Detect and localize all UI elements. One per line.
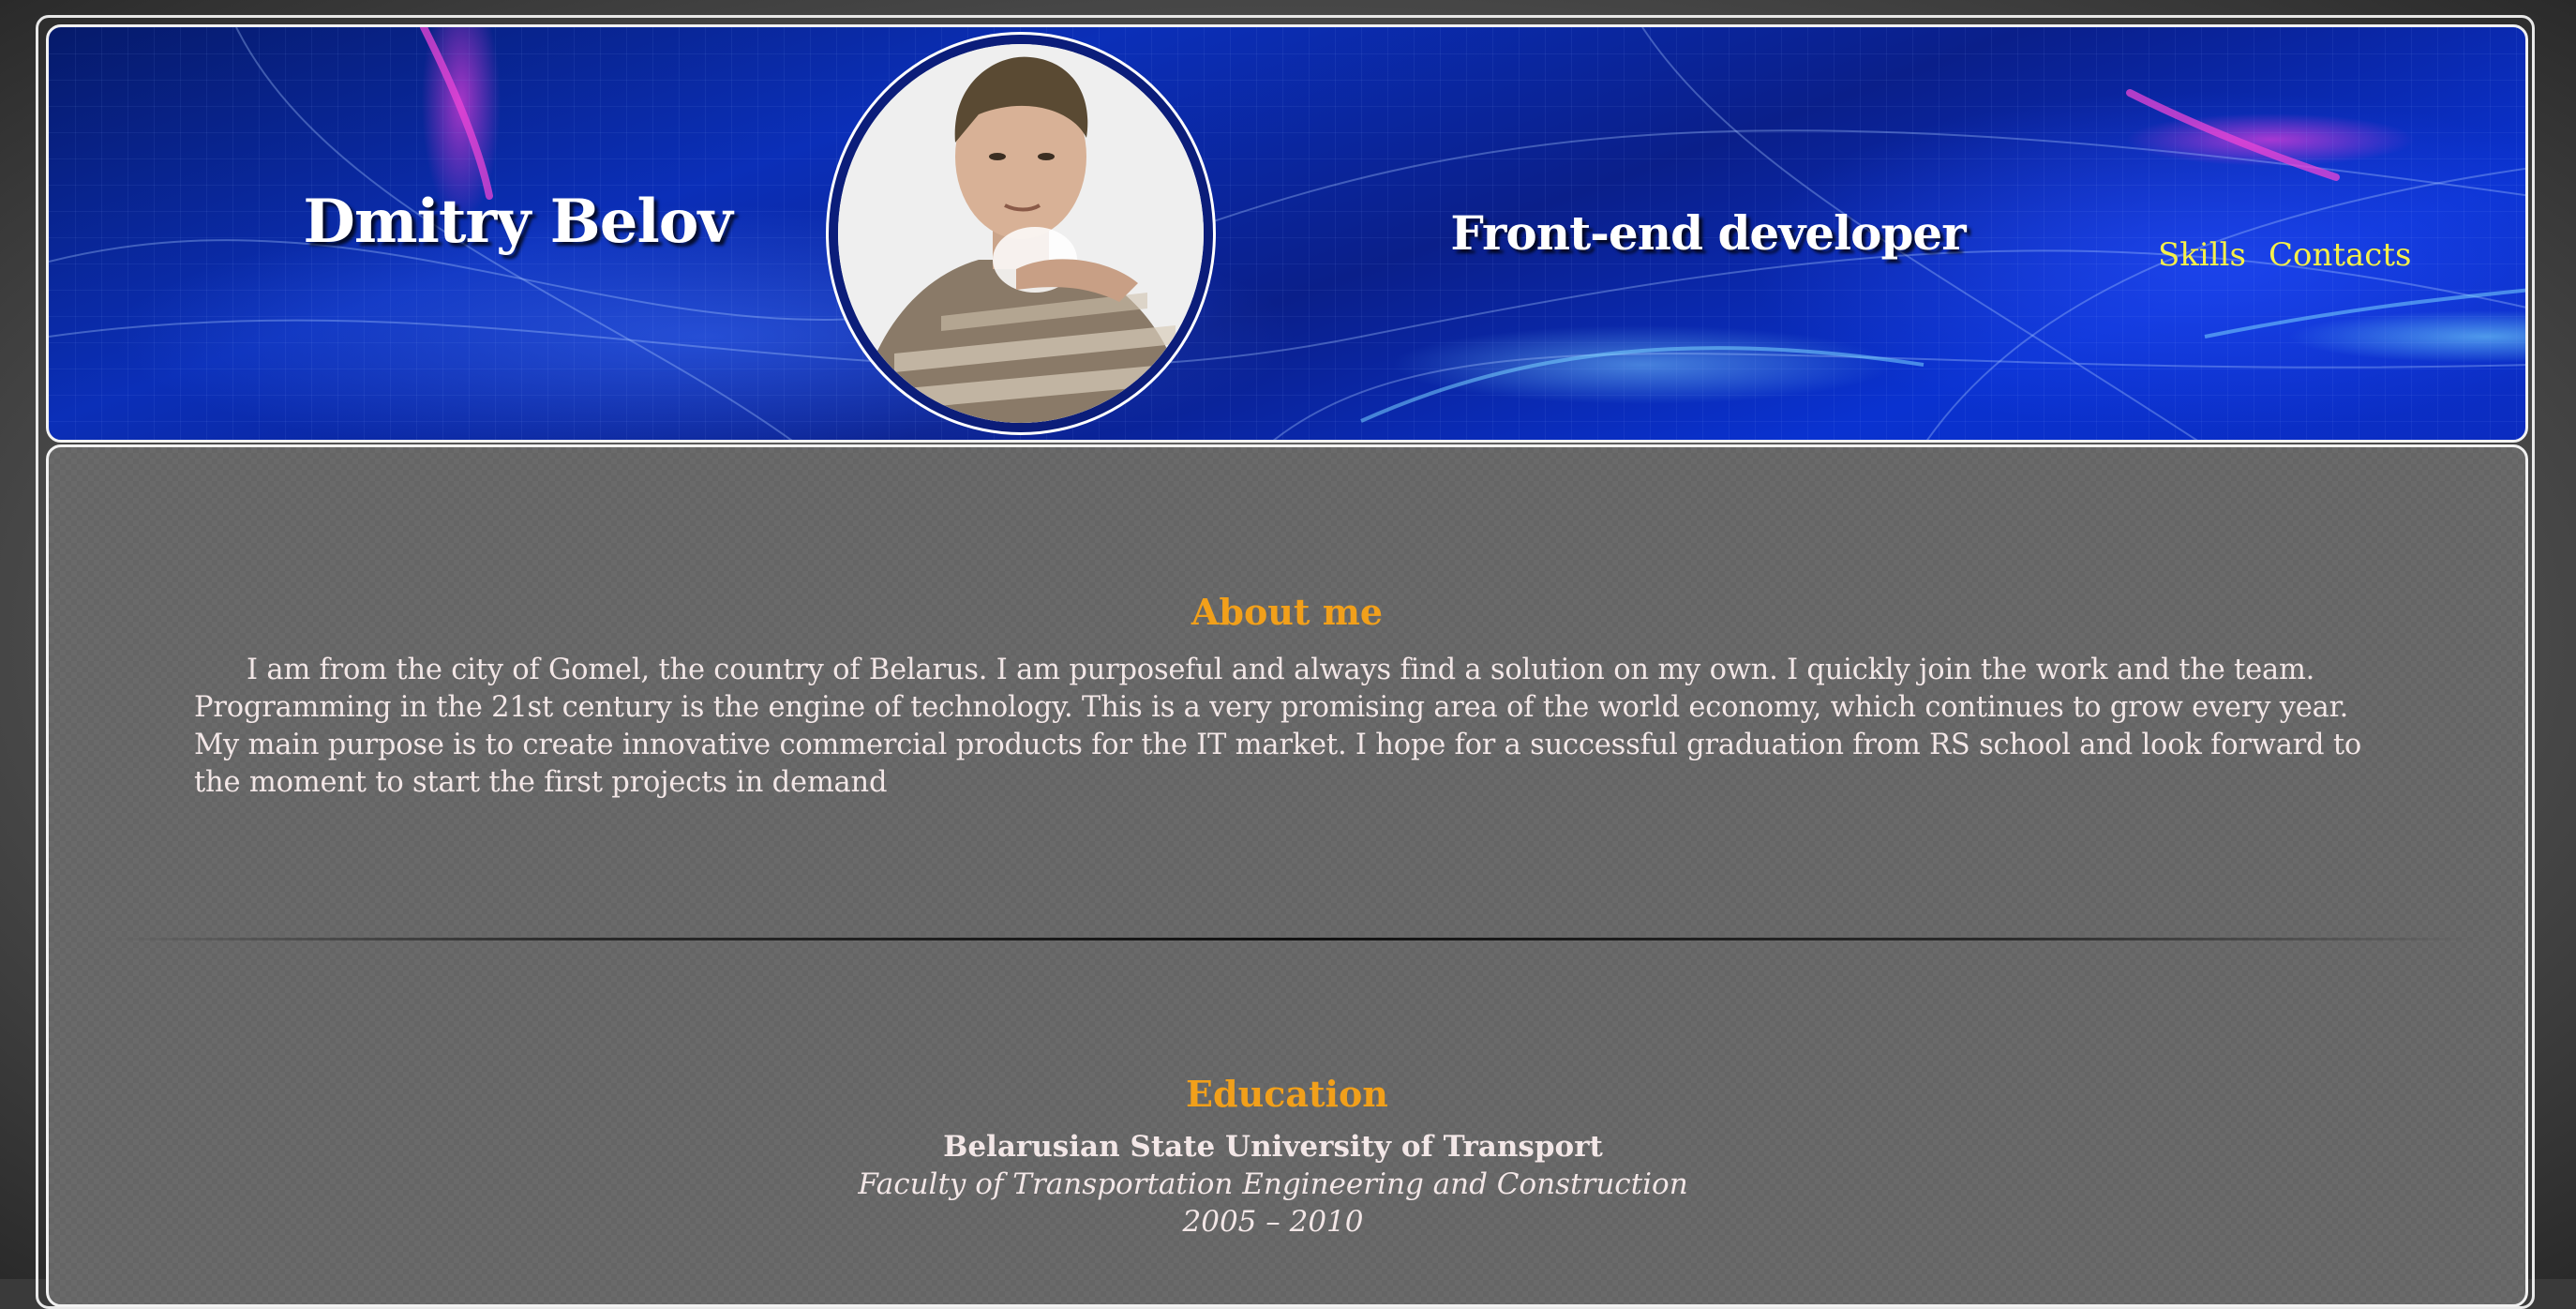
education-entry: Belarusian State University of Transport… — [49, 1128, 2525, 1241]
nav-link-contacts[interactable]: Contacts — [2269, 236, 2411, 274]
avatar — [838, 44, 1204, 423]
profile-photo — [838, 44, 1204, 423]
site-header: Dmitry Belov Front-end developer Skills … — [46, 24, 2528, 443]
about-heading: About me — [1191, 591, 1384, 633]
avatar-frame — [826, 32, 1216, 435]
content-card: About me I am from the city of Gomel, th… — [46, 444, 2528, 1307]
education-faculty: Faculty of Transportation Engineering an… — [858, 1167, 1688, 1201]
education-years: 2005 – 2010 — [1182, 1205, 1364, 1239]
developer-name: Dmitry Belov — [303, 187, 732, 257]
nav-link-skills[interactable]: Skills — [2158, 236, 2246, 274]
header-nav: Skills Contacts — [2158, 236, 2411, 274]
developer-role: Front-end developer — [1450, 205, 1966, 261]
education-university: Belarusian State University of Transport — [943, 1130, 1603, 1164]
about-text: I am from the city of Gomel, the country… — [194, 654, 2362, 799]
section-divider — [105, 938, 2477, 940]
education-heading: Education — [1186, 1073, 1388, 1115]
